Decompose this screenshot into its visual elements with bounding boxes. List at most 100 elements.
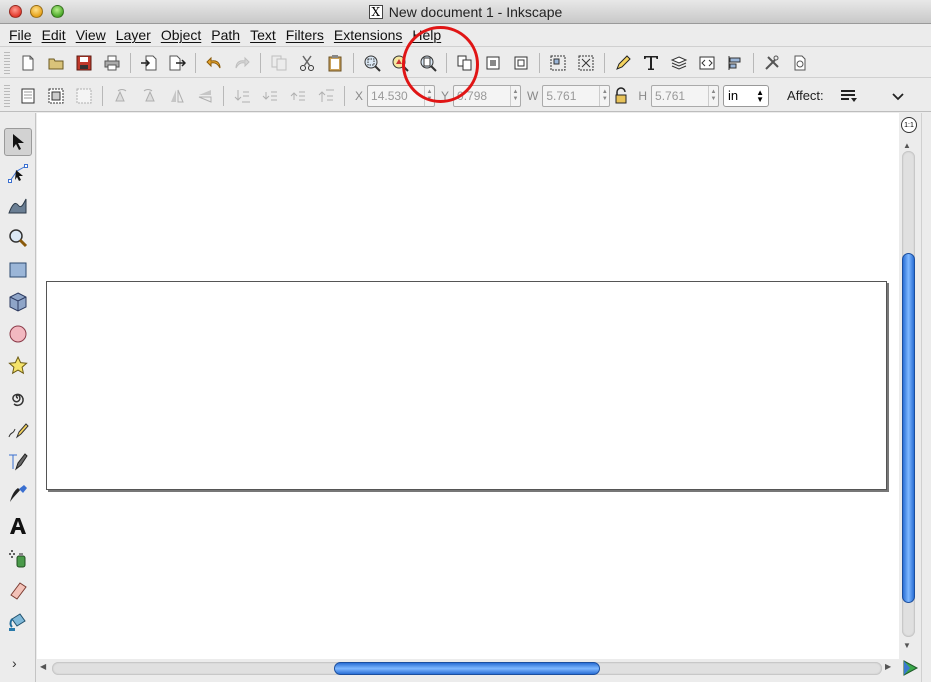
menu-text[interactable]: Text	[245, 27, 281, 43]
unlink-clone-button[interactable]	[507, 50, 535, 76]
calligraphy-tool[interactable]	[4, 480, 32, 508]
paste-button[interactable]	[321, 50, 349, 76]
select-all-layers-button[interactable]	[42, 83, 70, 109]
print-button[interactable]	[98, 50, 126, 76]
toolbar-separator	[353, 52, 354, 73]
group-button[interactable]	[544, 50, 572, 76]
rectangle-tool[interactable]	[4, 256, 32, 284]
menu-extensions[interactable]: Extensions	[329, 27, 407, 43]
affect-stroke-button[interactable]	[834, 83, 862, 109]
toolbar-grip[interactable]	[4, 84, 10, 107]
h-spinbox[interactable]: ▲▼	[651, 84, 720, 107]
drawing-canvas[interactable]	[37, 113, 899, 659]
scroll-up-icon[interactable]: ▲	[903, 141, 911, 150]
paint-bucket-tool[interactable]	[4, 608, 32, 636]
ellipse-tool[interactable]	[4, 320, 32, 348]
menu-layer[interactable]: Layer	[111, 27, 156, 43]
pencil-tool[interactable]	[4, 416, 32, 444]
cut-button[interactable]	[293, 50, 321, 76]
menu-filters[interactable]: Filters	[281, 27, 329, 43]
eraser-tool[interactable]	[4, 576, 32, 604]
lower-to-bottom-button[interactable]	[228, 83, 256, 109]
h-input[interactable]	[652, 85, 709, 106]
ungroup-button[interactable]	[572, 50, 600, 76]
import-button[interactable]	[135, 50, 163, 76]
scissors-icon	[300, 55, 314, 71]
layers-button[interactable]	[665, 50, 693, 76]
scroll-down-icon[interactable]: ▼	[903, 641, 911, 650]
lock-icon	[615, 86, 627, 103]
fill-stroke-button[interactable]	[609, 50, 637, 76]
inkscape-window: X New document 1 - Inkscape File Edit Vi…	[0, 0, 931, 682]
export-button[interactable]	[163, 50, 191, 76]
align-distribute-button[interactable]	[721, 50, 749, 76]
copy-button[interactable]	[265, 50, 293, 76]
spray-tool[interactable]	[4, 544, 32, 572]
new-document-button[interactable]	[14, 50, 42, 76]
text-font-button[interactable]	[637, 50, 665, 76]
menu-path[interactable]: Path	[206, 27, 245, 43]
scroll-right-icon[interactable]: ▶	[885, 662, 891, 671]
spiral-tool[interactable]	[4, 384, 32, 412]
zoom-selection-icon	[364, 55, 381, 72]
document-properties-button[interactable]	[786, 50, 814, 76]
flip-horizontal-button[interactable]	[163, 83, 191, 109]
rotate-ccw-button[interactable]	[107, 83, 135, 109]
vertical-scroll-track[interactable]	[902, 151, 915, 637]
lower-button[interactable]	[256, 83, 284, 109]
save-button[interactable]	[70, 50, 98, 76]
vertical-scroll-thumb[interactable]	[902, 253, 915, 603]
undo-button[interactable]	[200, 50, 228, 76]
node-tool[interactable]	[4, 160, 32, 188]
vertical-scrollbar[interactable]: 1:1 ▲ ▼	[899, 113, 921, 659]
rotate-cw-button[interactable]	[135, 83, 163, 109]
tweak-icon	[8, 198, 27, 214]
horizontal-scroll-track[interactable]	[52, 662, 882, 675]
w-spin-arrows[interactable]: ▲ ▼	[599, 85, 609, 106]
pen-tool[interactable]	[4, 448, 32, 476]
tweak-tool[interactable]	[4, 192, 32, 220]
scroll-left-icon[interactable]: ◀	[40, 662, 46, 671]
toolbar-grip[interactable]	[4, 51, 10, 74]
flip-vertical-button[interactable]	[191, 83, 219, 109]
menu-edit[interactable]: Edit	[37, 27, 71, 43]
deselect-button[interactable]	[70, 83, 98, 109]
zoom-1-1-icon[interactable]: 1:1	[901, 117, 917, 133]
xml-editor-button[interactable]	[693, 50, 721, 76]
raise-to-top-button[interactable]	[312, 83, 340, 109]
open-button[interactable]	[42, 50, 70, 76]
toolbar-separator	[195, 52, 196, 73]
lock-proportions-button[interactable]	[610, 83, 632, 109]
selector-tool[interactable]	[4, 128, 32, 156]
fill-stroke-icon	[616, 54, 631, 70]
zoom-selection-button[interactable]	[358, 50, 386, 76]
spiral-icon	[12, 393, 24, 407]
toolbar-overflow-button[interactable]	[884, 83, 912, 109]
3d-box-tool[interactable]	[4, 288, 32, 316]
text-font-icon	[644, 55, 658, 70]
unit-select[interactable]: in ▲ ▼	[723, 84, 770, 107]
raise-button[interactable]	[284, 83, 312, 109]
menu-view[interactable]: View	[71, 27, 111, 43]
pencil-icon	[8, 423, 29, 439]
horizontal-scrollbar[interactable]: ◀ ▶	[36, 659, 899, 682]
star-tool[interactable]	[4, 352, 32, 380]
horizontal-scroll-thumb[interactable]	[334, 662, 600, 675]
menu-file[interactable]: File	[4, 27, 37, 43]
y-spin-arrows[interactable]: ▲ ▼	[510, 85, 520, 106]
w-input[interactable]	[543, 85, 600, 106]
text-tool[interactable]	[4, 512, 32, 540]
clone-button[interactable]	[479, 50, 507, 76]
redo-button[interactable]	[228, 50, 256, 76]
select-all-button[interactable]	[14, 83, 42, 109]
toolbox-overflow-icon[interactable]: ›	[12, 655, 17, 671]
import-icon	[141, 55, 157, 70]
preferences-button[interactable]	[758, 50, 786, 76]
w-spinbox[interactable]: ▲▼	[542, 84, 611, 107]
toolbar-separator	[604, 52, 605, 73]
printer-icon	[104, 55, 120, 70]
menu-object[interactable]: Object	[156, 27, 206, 43]
zoom-tool[interactable]	[4, 224, 32, 252]
h-spin-arrows[interactable]: ▲ ▼	[708, 85, 718, 106]
color-management-icon[interactable]	[901, 659, 919, 677]
